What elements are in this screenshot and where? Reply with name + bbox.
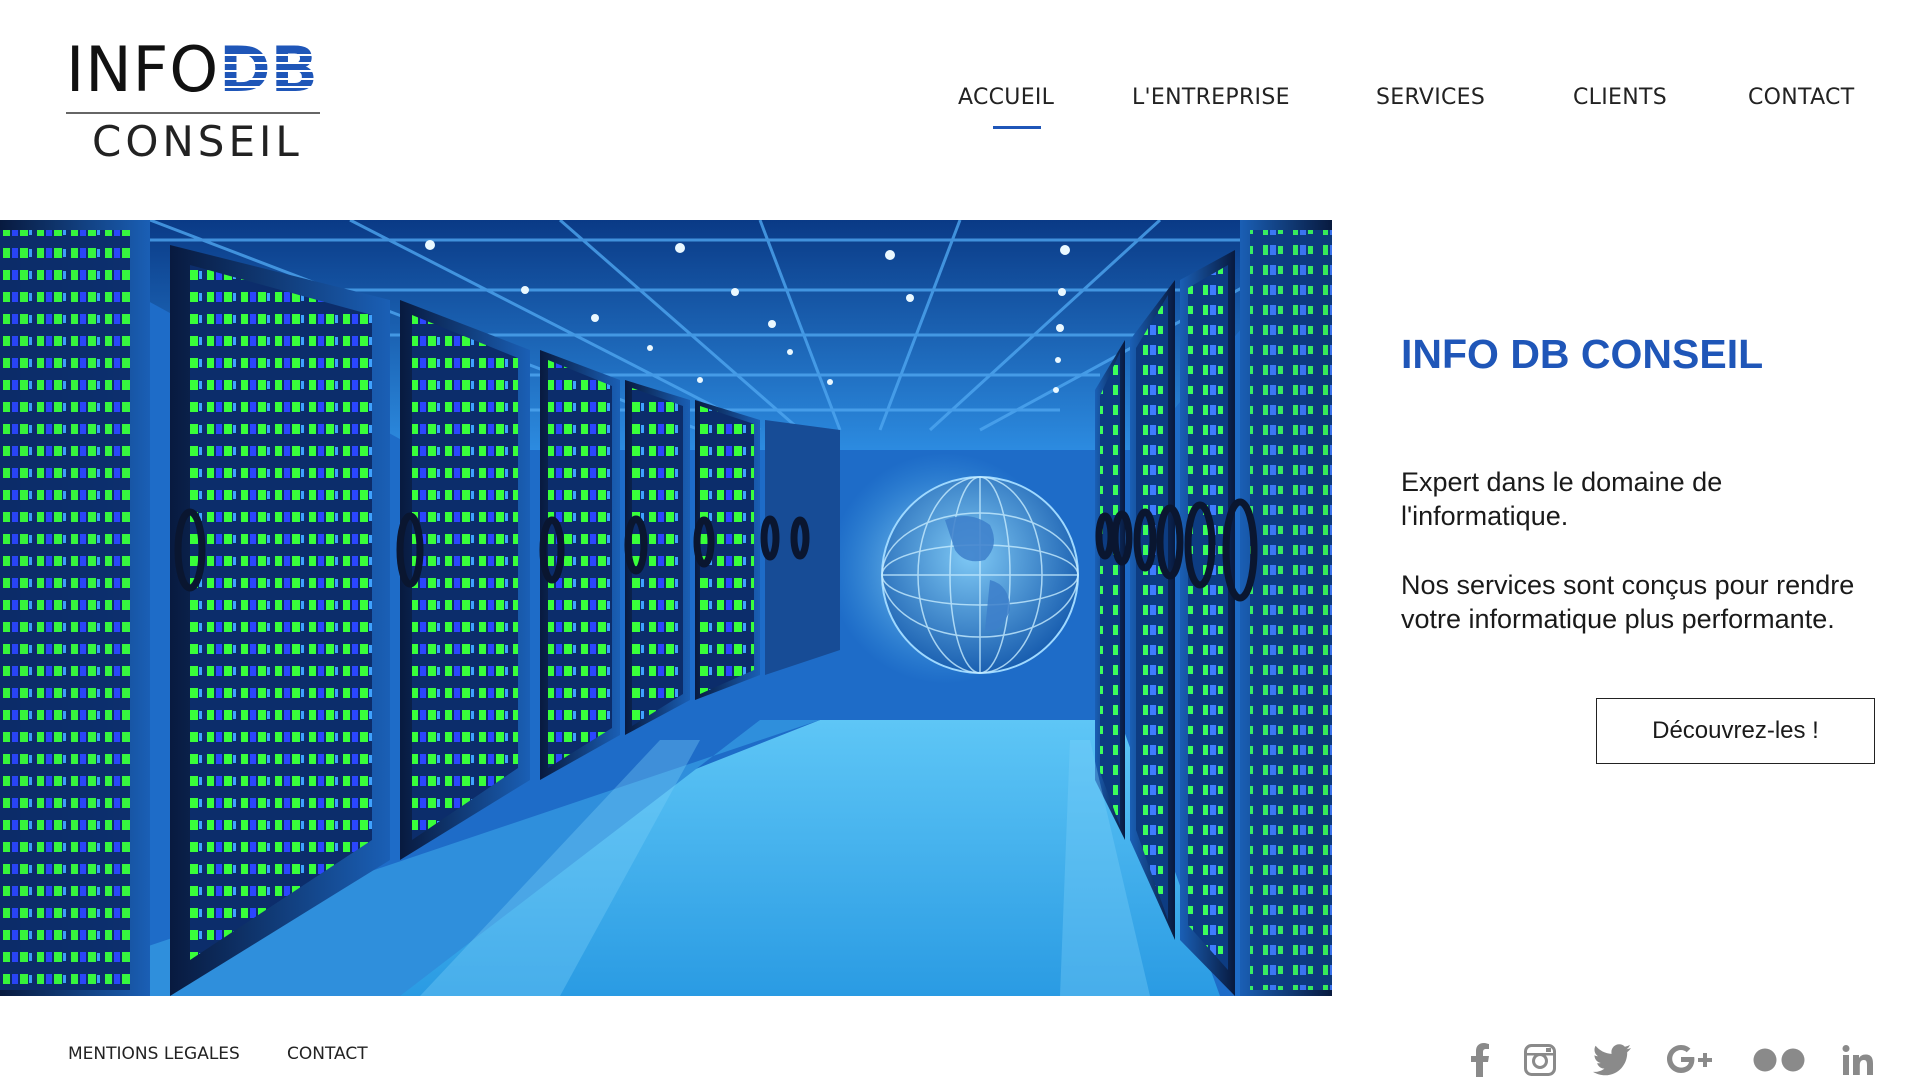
discover-services-button[interactable]: Découvrez-les ! [1596, 698, 1875, 764]
footer-link-mentions-legales[interactable]: MENTIONS LEGALES [68, 1043, 240, 1065]
linkedin-icon[interactable] [1840, 1040, 1876, 1080]
twitter-icon[interactable] [1593, 1040, 1631, 1080]
intro-paragraph: Expert dans le domaine de l'informatique… [1401, 467, 1723, 531]
footer-link-contact[interactable]: CONTACT [287, 1043, 368, 1065]
logo-text-conseil: CONSEIL [92, 117, 303, 166]
services-paragraph: Nos services sont conçus pour rendre vot… [1401, 570, 1855, 634]
flickr-icon[interactable] [1752, 1040, 1806, 1080]
hero-image-data-center [0, 220, 1332, 996]
facebook-icon[interactable] [1468, 1040, 1492, 1080]
nav-item-services[interactable]: SERVICES [1376, 82, 1485, 114]
page-headline: INFO DB CONSEIL [1401, 331, 1764, 377]
data-center-illustration [0, 220, 1332, 996]
instagram-icon[interactable] [1523, 1040, 1557, 1080]
nav-item-accueil[interactable]: ACCUEIL [958, 82, 1054, 114]
main-navigation: ACCUEIL L'ENTREPRISE SERVICES CLIENTS CO… [0, 82, 1920, 122]
nav-item-clients[interactable]: CLIENTS [1573, 82, 1667, 114]
google-plus-icon[interactable] [1665, 1040, 1717, 1080]
nav-item-contact[interactable]: CONTACT [1748, 82, 1854, 114]
nav-item-entreprise[interactable]: L'ENTREPRISE [1132, 82, 1290, 114]
nav-active-indicator [993, 126, 1041, 129]
